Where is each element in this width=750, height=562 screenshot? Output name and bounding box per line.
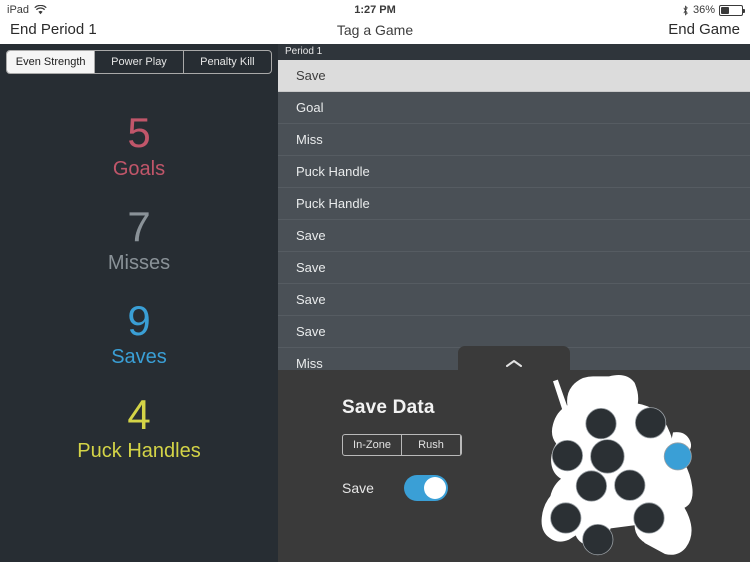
zone-top-left [585, 408, 617, 440]
zone-pad-right [633, 502, 665, 534]
stat-misses[interactable]: 7 Misses [0, 204, 278, 276]
stat-saves-label: Saves [111, 346, 167, 368]
strength-segmented-control[interactable]: Even Strength Power Play Penalty Kill [6, 50, 272, 74]
stat-saves[interactable]: 9 Saves [0, 298, 278, 370]
stat-puck-handles[interactable]: 4 Puck Handles [0, 392, 278, 464]
zone-segmented-control[interactable]: In-Zone Rush [342, 434, 462, 456]
stat-misses-value: 7 [127, 203, 151, 250]
save-toggle-label: Save [342, 480, 374, 496]
zone-mid-center [590, 439, 625, 474]
stat-list: 5 Goals 7 Misses 9 Saves 4 Puck Handles [0, 84, 278, 562]
goalie-silhouette-icon[interactable] [508, 370, 750, 562]
zone-five-hole [582, 524, 614, 556]
chevron-up-icon [505, 355, 523, 367]
zone-mid-right-selected [663, 442, 692, 471]
end-game-button[interactable]: End Game [668, 21, 740, 38]
table-row[interactable]: Puck Handle [278, 156, 750, 188]
battery-percent: 36% [692, 4, 715, 16]
segment-in-zone[interactable]: In-Zone [343, 435, 402, 455]
save-data-drawer: Save Data In-Zone Rush Save [278, 370, 750, 562]
stat-goals-label: Goals [112, 158, 166, 180]
status-bar-right: 36% [682, 4, 745, 16]
zone-pad-left [550, 502, 582, 534]
clock: 1:27 PM [354, 4, 396, 16]
zone-mid-far-left [551, 440, 584, 472]
segment-rush[interactable]: Rush [402, 435, 461, 455]
drawer-title: Save Data [342, 397, 435, 418]
stat-goals[interactable]: 5 Goals [0, 110, 278, 182]
stat-puck-handles-label: Puck Handles [77, 440, 201, 462]
save-toggle-row: Save [342, 475, 448, 501]
toggle-knob [423, 477, 446, 499]
stat-goals-value: 5 [127, 109, 151, 156]
zone-low-left [575, 470, 608, 502]
bluetooth-icon [682, 4, 689, 16]
battery-icon [719, 4, 745, 16]
strength-segment-wrap: Even Strength Power Play Penalty Kill [0, 44, 278, 74]
zone-low-right [614, 469, 646, 501]
zone-top-right [635, 407, 667, 439]
stat-saves-value: 9 [127, 297, 151, 344]
table-row[interactable]: Save [278, 252, 750, 284]
app-root: iPad 1:27 PM 36% End Period 1 Tag a Game [0, 0, 750, 562]
list-section-header: Period 1 [278, 44, 750, 60]
segment-power-play[interactable]: Power Play [95, 51, 184, 73]
segment-penalty-kill[interactable]: Penalty Kill [184, 51, 271, 73]
ios-status-bar: iPad 1:27 PM 36% [0, 0, 750, 20]
table-row[interactable]: Save [278, 284, 750, 316]
drawer-collapse-handle[interactable] [458, 346, 570, 372]
table-row[interactable]: Save [278, 220, 750, 252]
navigation-bar: End Period 1 Tag a Game End Game [0, 20, 750, 44]
table-row[interactable]: Save [278, 60, 750, 92]
page-title: Tag a Game [336, 22, 414, 38]
stats-sidebar: Even Strength Power Play Penalty Kill 5 … [0, 44, 278, 562]
segment-even-strength[interactable]: Even Strength [7, 51, 96, 73]
table-row[interactable]: Save [278, 316, 750, 348]
table-row[interactable]: Puck Handle [278, 188, 750, 220]
table-row[interactable]: Miss [278, 124, 750, 156]
stat-misses-label: Misses [107, 252, 171, 274]
stat-puck-handles-value: 4 [127, 391, 151, 438]
save-toggle[interactable] [403, 475, 448, 501]
table-row[interactable]: Goal [278, 92, 750, 124]
